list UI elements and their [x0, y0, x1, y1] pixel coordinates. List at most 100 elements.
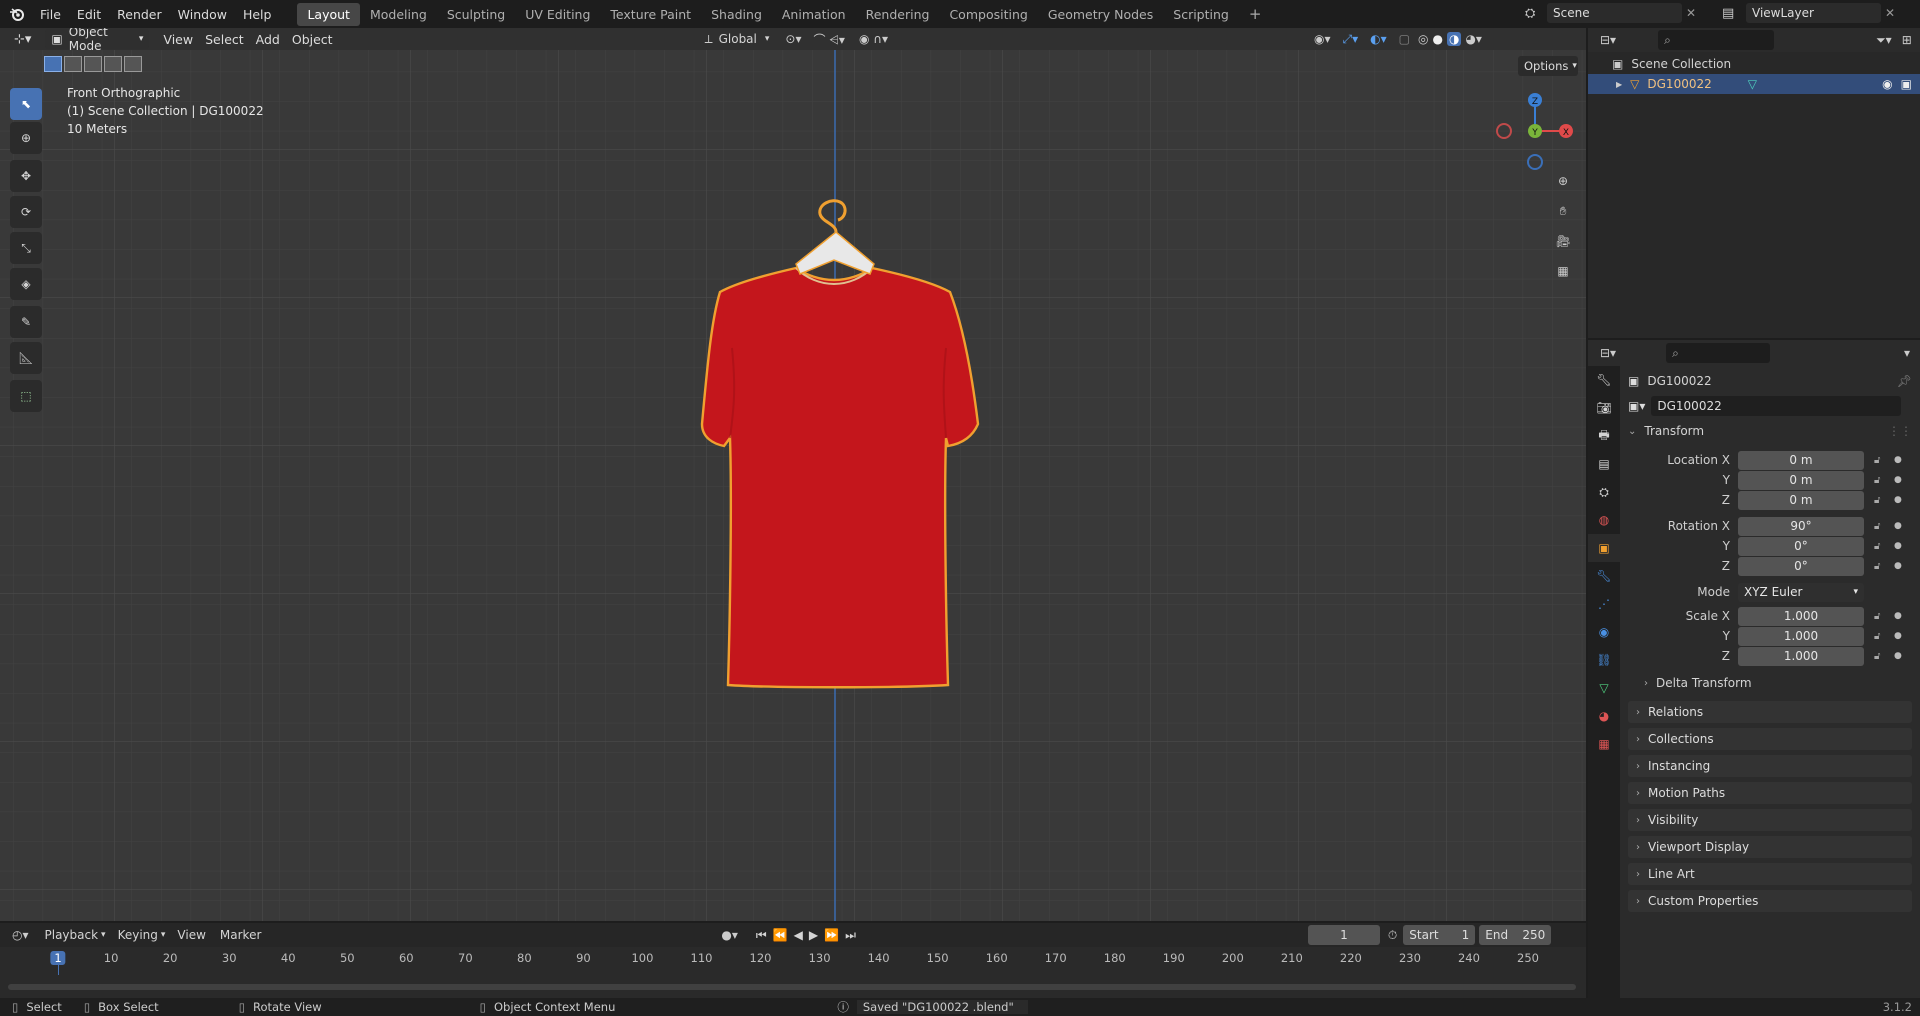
rendered-shading-icon[interactable]: ◕▾ [1465, 32, 1482, 46]
datablock-field[interactable]: DG100022 [1651, 396, 1902, 416]
filter-icon[interactable]: ⏷▾ [1876, 33, 1892, 48]
scene-icon[interactable]: ⛭ [1525, 6, 1547, 21]
close-scene-icon[interactable]: ✕ [1686, 6, 1696, 20]
proportional-edit-icon[interactable]: ◉ ∩▾ [859, 32, 888, 46]
physics-tab-icon[interactable]: ◉ [1588, 618, 1620, 646]
menu-help[interactable]: Help [235, 7, 280, 22]
jump-keyframe-forward-icon[interactable]: ⏩ [824, 928, 839, 942]
timeline-editor-icon[interactable]: ◴▾ [12, 928, 29, 942]
tab-rendering[interactable]: Rendering [856, 3, 940, 26]
keyframe-dot-icon[interactable]: ● [1894, 611, 1902, 621]
lock-icon[interactable]: 🔓︎ [1874, 521, 1888, 532]
current-frame-field[interactable]: 1 [1307, 925, 1380, 945]
properties-search[interactable]: ⌕ [1666, 343, 1771, 363]
tab-shading[interactable]: Shading [701, 3, 772, 26]
drag-handle-icon[interactable]: ⋮⋮ [1888, 424, 1912, 438]
measure-tool[interactable]: 📐︎ [10, 342, 42, 374]
blender-logo-icon[interactable] [8, 5, 26, 23]
keyframe-dot-icon[interactable]: ● [1894, 475, 1902, 485]
menu-file[interactable]: File [32, 7, 69, 22]
solid-shading-icon[interactable]: ● [1432, 32, 1442, 46]
expand-arrow-icon[interactable]: ▶ [1616, 80, 1622, 89]
panel-visibility[interactable]: › Visibility [1628, 809, 1912, 831]
navigation-gizmo[interactable]: Z X Y [1492, 88, 1578, 174]
panel-relations[interactable]: › Relations [1628, 701, 1912, 723]
viewlayer-field[interactable]: ViewLayer [1746, 3, 1881, 23]
transform-tool[interactable]: ◈ [10, 268, 42, 300]
material-tab-icon[interactable]: ◕ [1588, 702, 1620, 730]
viewlayer-icon[interactable]: ▤ [1722, 6, 1746, 21]
tab-sculpting[interactable]: Sculpting [437, 3, 515, 26]
grid-perspective-icon[interactable]: ▦ [1550, 258, 1576, 284]
outliner-editor-icon[interactable]: ⊟▾ [1600, 33, 1616, 47]
menu-edit[interactable]: Edit [69, 7, 109, 22]
rotation-z-field[interactable]: 0° [1738, 556, 1864, 576]
chevron-down-icon[interactable]: ▾ [1904, 346, 1910, 360]
jump-end-icon[interactable]: ⏭ [845, 928, 856, 943]
scale-z-field[interactable]: 1.000 [1738, 646, 1864, 666]
modifier-tab-icon[interactable]: 🔧︎ [1588, 562, 1620, 590]
editor-type-icon[interactable]: ⊹▾ [14, 32, 31, 47]
keyframe-dot-icon[interactable]: ● [1894, 651, 1902, 661]
data-tab-icon[interactable]: ▽ [1588, 674, 1620, 702]
xray-icon[interactable]: ▢ [1399, 32, 1410, 46]
scale-tool[interactable]: ⤡ [10, 232, 42, 264]
pan-hand-icon[interactable]: ✋︎ [1550, 198, 1576, 224]
orientation-dropdown[interactable]: ⟂ Global ▾ [705, 32, 770, 47]
zoom-icon[interactable]: ⊕ [1550, 168, 1576, 194]
record-icon[interactable]: ●▾ [721, 928, 738, 942]
rotation-y-field[interactable]: 0° [1738, 536, 1864, 556]
panel-viewport-display[interactable]: › Viewport Display [1628, 836, 1912, 858]
camera-render-icon[interactable]: ▣ [1901, 77, 1912, 91]
keyframe-dot-icon[interactable]: ● [1894, 495, 1902, 505]
snap-icon[interactable]: ⌒ ⩤▾ [813, 31, 844, 48]
particles-tab-icon[interactable]: ⋰ [1588, 590, 1620, 618]
tab-texture-paint[interactable]: Texture Paint [600, 3, 701, 26]
menu-add[interactable]: Add [256, 32, 280, 47]
wireframe-shading-icon[interactable]: ◎ [1418, 32, 1428, 46]
menu-view[interactable]: View [177, 928, 205, 942]
cursor-tool[interactable]: ⊕ [10, 122, 42, 154]
tab-compositing[interactable]: Compositing [939, 3, 1037, 26]
output-tab-icon[interactable]: 🖶︎ [1588, 422, 1620, 450]
select-new-icon[interactable] [44, 56, 62, 72]
lock-icon[interactable]: 🔓︎ [1874, 475, 1888, 486]
lock-icon[interactable]: 🔓︎ [1874, 611, 1888, 622]
move-tool[interactable]: ✥ [10, 160, 42, 192]
frame-ruler[interactable]: 1 10 20 30 40 50 60 70 80 90 100 110 120 130 140 150 160… [0, 947, 1586, 975]
menu-object[interactable]: Object [292, 32, 333, 47]
menu-render[interactable]: Render [109, 7, 170, 22]
pivot-icon[interactable]: ⊙▾ [785, 32, 801, 46]
menu-select[interactable]: Select [205, 32, 244, 47]
eye-icon[interactable]: ◉ [1882, 77, 1892, 91]
select-invert-icon[interactable] [104, 56, 122, 72]
3d-viewport[interactable]: ⊹▾ ▣ Object Mode ▾ View Select Add Objec… [0, 28, 1586, 921]
lock-icon[interactable]: 🔓︎ [1874, 631, 1888, 642]
panel-custom-properties[interactable]: › Custom Properties [1628, 890, 1912, 912]
lock-icon[interactable]: 🔓︎ [1874, 541, 1888, 552]
select-intersect-icon[interactable] [124, 56, 142, 72]
camera-icon[interactable]: 🎥︎ [1550, 228, 1576, 254]
close-viewlayer-icon[interactable]: ✕ [1885, 6, 1895, 20]
lock-icon[interactable]: 🔓︎ [1874, 495, 1888, 506]
start-frame-field[interactable]: Start 1 [1403, 925, 1476, 945]
tab-scripting[interactable]: Scripting [1163, 3, 1239, 26]
gizmo-icon[interactable]: ⤢▾ [1343, 32, 1359, 47]
scale-y-field[interactable]: 1.000 [1738, 626, 1864, 646]
jump-start-icon[interactable]: ⏮ [756, 928, 767, 943]
tool-tab-icon[interactable]: 🔧︎ [1588, 366, 1620, 394]
menu-view[interactable]: View [163, 32, 193, 47]
outliner-root[interactable]: ▣ Scene Collection [1588, 54, 1920, 74]
location-z-field[interactable]: 0 m [1738, 490, 1864, 510]
select-subtract-icon[interactable] [84, 56, 102, 72]
scale-x-field[interactable]: 1.000 [1738, 606, 1864, 626]
visibility-icon[interactable]: ◉▾ [1314, 32, 1331, 46]
rotation-mode-dropdown[interactable]: XYZ Euler ▾ [1738, 582, 1864, 602]
properties-editor-icon[interactable]: ⊟▾ [1600, 346, 1616, 360]
panel-line-art[interactable]: › Line Art [1628, 863, 1912, 885]
options-dropdown[interactable]: Options ▾ [1518, 56, 1578, 76]
new-collection-icon[interactable]: ⊞ [1902, 33, 1912, 47]
keyframe-dot-icon[interactable]: ● [1894, 561, 1902, 571]
lock-icon[interactable]: 🔓︎ [1874, 561, 1888, 572]
tab-modeling[interactable]: Modeling [360, 3, 437, 26]
